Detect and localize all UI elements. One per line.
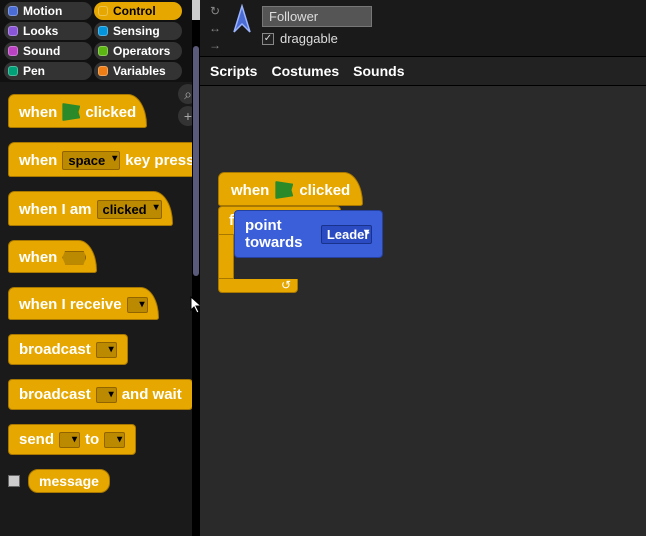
- direction-arrow-icon[interactable]: [232, 4, 252, 34]
- rotate-lr-icon[interactable]: ↔: [208, 21, 222, 35]
- broadcast-wait-dropdown[interactable]: [96, 387, 117, 403]
- scripts-canvas[interactable]: whenclicked forever point towardsLeader: [200, 86, 646, 536]
- category-motion[interactable]: Motion: [4, 2, 92, 20]
- broadcast-dropdown[interactable]: [96, 342, 117, 358]
- when-condition-block[interactable]: when: [8, 240, 97, 273]
- draggable-label: draggable: [280, 31, 338, 46]
- editor-tabs: Scripts Costumes Sounds: [200, 56, 646, 86]
- point-towards-block[interactable]: point towardsLeader: [234, 210, 383, 258]
- palette-scrollbar[interactable]: [192, 0, 200, 536]
- tab-scripts[interactable]: Scripts: [210, 63, 257, 79]
- when-flag-clicked-block[interactable]: whenclicked: [8, 94, 147, 128]
- key-dropdown[interactable]: space: [62, 151, 120, 170]
- when-i-am-block[interactable]: when I amclicked: [8, 191, 173, 226]
- sprite-name-input[interactable]: Follower: [262, 6, 372, 27]
- draggable-checkbox[interactable]: ✓: [262, 33, 274, 45]
- green-flag-icon: [62, 103, 80, 121]
- iam-dropdown[interactable]: clicked: [97, 200, 162, 219]
- send-target-dropdown[interactable]: [104, 432, 125, 448]
- rotate-free-icon[interactable]: ↻: [208, 4, 222, 18]
- when-key-pressed-block[interactable]: whenspacekey pressed: [8, 142, 200, 177]
- send-to-block[interactable]: sendto: [8, 424, 136, 455]
- send-msg-dropdown[interactable]: [59, 432, 80, 448]
- rotate-none-icon[interactable]: →: [208, 38, 222, 52]
- hex-input[interactable]: [62, 251, 86, 265]
- tab-costumes[interactable]: Costumes: [271, 63, 339, 79]
- broadcast-block[interactable]: broadcast: [8, 334, 128, 365]
- category-variables[interactable]: Variables: [94, 62, 182, 80]
- category-sound[interactable]: Sound: [4, 42, 92, 60]
- category-pen[interactable]: Pen: [4, 62, 92, 80]
- scrollbar-thumb[interactable]: [193, 46, 199, 276]
- green-flag-icon: [275, 181, 293, 199]
- message-reporter[interactable]: message: [28, 469, 110, 493]
- broadcast-wait-block[interactable]: broadcastand wait: [8, 379, 193, 410]
- message-dropdown[interactable]: [127, 297, 148, 313]
- when-receive-block[interactable]: when I receive: [8, 287, 159, 320]
- category-looks[interactable]: Looks: [4, 22, 92, 40]
- block-palette-panel: MotionControlLooksSensingSoundOperatorsP…: [0, 0, 200, 536]
- tab-sounds[interactable]: Sounds: [353, 63, 404, 79]
- category-sensing[interactable]: Sensing: [94, 22, 182, 40]
- category-control[interactable]: Control: [94, 2, 182, 20]
- category-operators[interactable]: Operators: [94, 42, 182, 60]
- message-watcher-checkbox[interactable]: [8, 475, 20, 487]
- script-stack[interactable]: whenclicked forever point towardsLeader: [218, 172, 363, 293]
- point-target-dropdown[interactable]: Leader: [321, 225, 372, 244]
- sprite-toolbar: ↻ ↔ → Follower ✓ draggable: [200, 0, 646, 56]
- when-flag-clicked-block[interactable]: whenclicked: [218, 172, 363, 206]
- palette: ⌕ + whenclicked whenspacekey pressed whe…: [0, 82, 200, 536]
- categories: MotionControlLooksSensingSoundOperatorsP…: [0, 0, 200, 82]
